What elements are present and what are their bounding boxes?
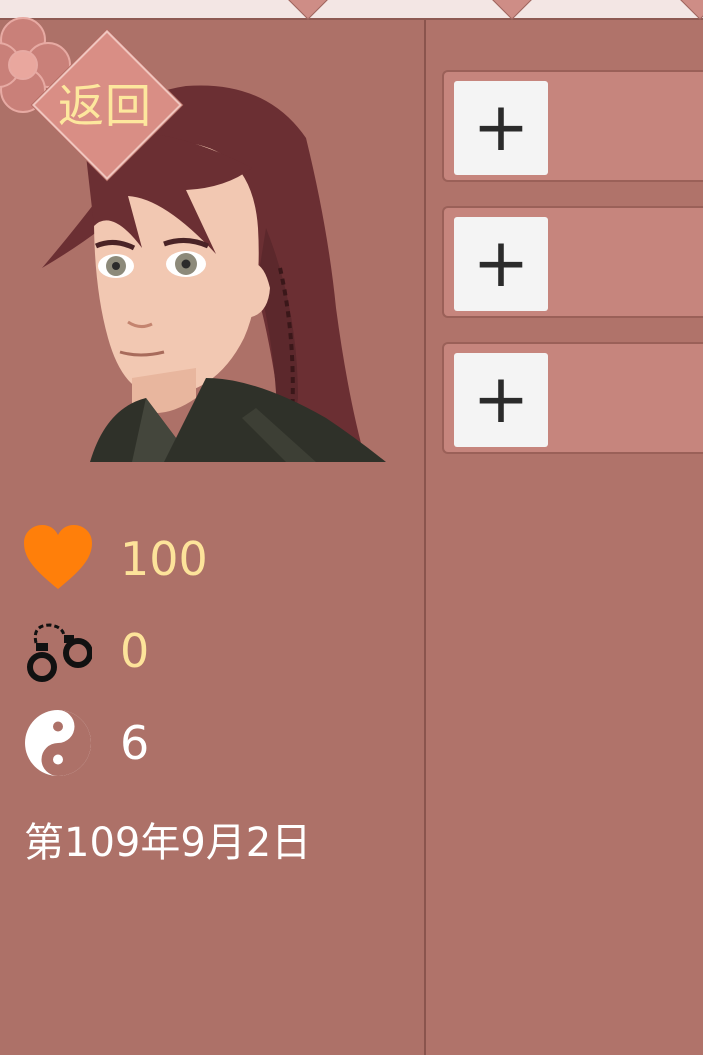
back-button-label: 返回 [58,79,152,133]
equipment-slot: + [442,206,703,318]
character-panel: 返回 100 0 6 第109年9月2日 [0,17,424,1055]
heart-icon [24,525,92,589]
health-stat: 100 [24,524,208,594]
add-item-button[interactable]: + [454,353,548,447]
top-decor-strip [0,0,703,20]
health-value: 100 [120,532,208,586]
dao-stat: 6 [24,708,149,778]
back-button[interactable]: 返回 [32,30,182,180]
add-item-button[interactable]: + [454,81,548,175]
shackles-value: 0 [120,624,150,678]
strip-diamond-ornament [288,0,328,20]
shackles-stat: 0 [24,616,149,686]
equipment-panel: + + + [426,20,703,1055]
strip-diamond-ornament [680,0,703,20]
equipment-slot: + [442,70,703,182]
add-item-button[interactable]: + [454,217,548,311]
plus-icon: + [472,88,530,167]
dao-value: 6 [120,716,150,770]
plus-icon: + [472,360,530,439]
game-date: 第109年9月2日 [24,820,312,866]
plus-icon: + [472,224,530,303]
handcuffs-icon [27,623,92,682]
equipment-slot: + [442,342,703,454]
strip-diamond-ornament [492,0,532,20]
yin-yang-icon [25,710,91,776]
